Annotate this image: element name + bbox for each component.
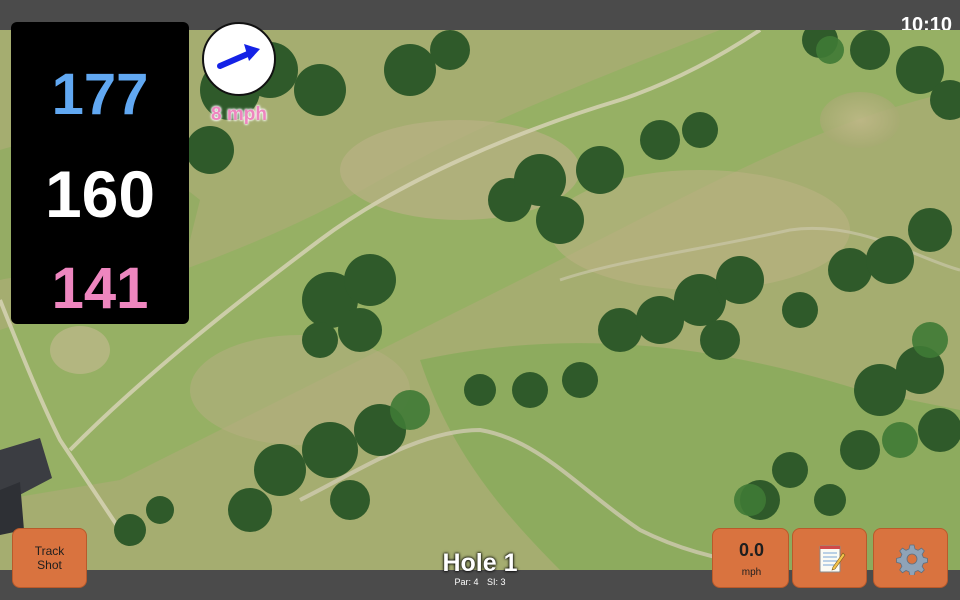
track-shot-label: Track Shot [34, 544, 65, 572]
hole-info: Par: 4 SI: 3 [380, 577, 580, 587]
speed-value: 0.0 [738, 540, 765, 560]
hole-stroke-index: SI: 3 [487, 577, 506, 587]
arrow-right-icon [217, 44, 260, 69]
distance-panel: 177 160 141 [11, 22, 189, 324]
distance-back: 177 [51, 62, 149, 127]
speed-button[interactable]: 0.0 mph [712, 528, 789, 588]
distance-middle: 160 [44, 157, 156, 231]
speed-unit: mph [741, 567, 762, 578]
wind-speed: 8 mph [211, 104, 267, 125]
distance-front: 141 [51, 256, 149, 321]
settings-button[interactable] [873, 528, 948, 588]
gear-icon [896, 544, 928, 575]
notepad-icon [819, 545, 846, 573]
track-shot-button[interactable]: Track Shot [12, 528, 87, 588]
notes-button[interactable] [792, 528, 867, 588]
wind-indicator [202, 22, 276, 96]
hole-title: Hole 1 [442, 549, 518, 577]
hole-par: Par: 4 [454, 577, 479, 587]
